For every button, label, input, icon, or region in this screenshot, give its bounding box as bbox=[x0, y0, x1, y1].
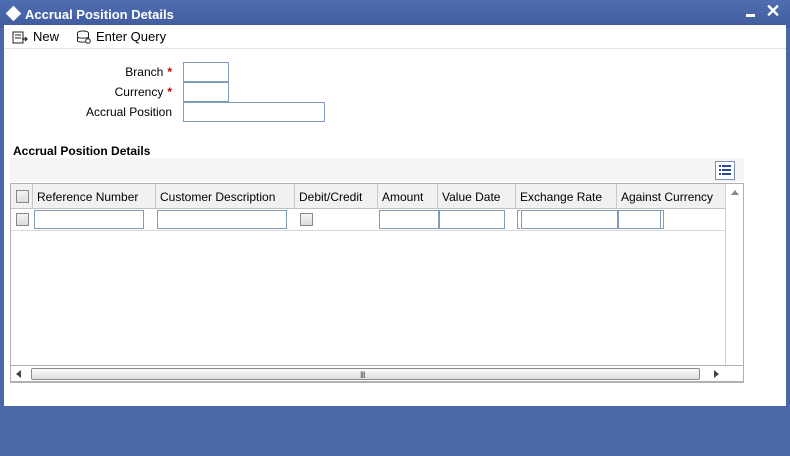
currency-label: Currency bbox=[114, 85, 164, 99]
branch-label: Branch bbox=[125, 65, 164, 79]
new-button[interactable]: New bbox=[12, 29, 62, 47]
vertical-scrollbar[interactable] bbox=[725, 184, 743, 382]
accrual-position-window: Accrual Position Details ✕ New Enter Que… bbox=[0, 0, 790, 456]
column-exchange-rate[interactable]: Exchange Rate bbox=[516, 184, 617, 209]
against-currency-input[interactable] bbox=[618, 210, 661, 229]
window-title: Accrual Position Details bbox=[25, 7, 174, 22]
select-all-checkbox[interactable] bbox=[16, 190, 29, 203]
branch-label-row: Branch * bbox=[12, 65, 172, 79]
exchange-rate-input[interactable] bbox=[521, 210, 618, 229]
scroll-left-arrow-icon[interactable] bbox=[16, 370, 21, 378]
accrual-position-label: Accrual Position bbox=[85, 105, 172, 119]
currency-required-marker: * bbox=[167, 85, 172, 99]
header-select-cell bbox=[11, 184, 33, 209]
enter-query-label: Enter Query bbox=[96, 29, 167, 44]
column-against-currency[interactable]: Against Currency bbox=[617, 184, 725, 209]
grid-settings-button[interactable] bbox=[715, 161, 735, 180]
footer-bar bbox=[0, 406, 790, 456]
scroll-right-arrow-icon[interactable] bbox=[714, 370, 719, 378]
minimize-button[interactable] bbox=[744, 6, 758, 20]
enter-query-button[interactable]: Enter Query bbox=[76, 29, 166, 47]
scroll-thumb[interactable]: III bbox=[31, 368, 700, 380]
debit-credit-checkbox[interactable] bbox=[300, 213, 313, 226]
table-row bbox=[11, 209, 725, 231]
grid-toolbar bbox=[10, 158, 744, 182]
value-date-input[interactable] bbox=[439, 210, 505, 229]
customer-description-input[interactable] bbox=[157, 210, 287, 229]
column-debit-credit[interactable]: Debit/Credit bbox=[295, 184, 378, 209]
title-bar: Accrual Position Details ✕ bbox=[0, 0, 790, 28]
horizontal-scrollbar[interactable]: III bbox=[10, 365, 744, 382]
column-customer-description[interactable]: Customer Description bbox=[156, 184, 295, 209]
branch-required-marker: * bbox=[167, 65, 172, 79]
column-reference-number[interactable]: Reference Number bbox=[33, 184, 156, 209]
toolbar: New Enter Query bbox=[4, 25, 786, 49]
new-label: New bbox=[33, 29, 60, 44]
branch-input[interactable] bbox=[183, 62, 229, 82]
list-view-icon bbox=[719, 165, 731, 175]
grid-header: Reference Number Customer Description De… bbox=[11, 184, 725, 209]
reference-number-input[interactable] bbox=[34, 210, 144, 229]
accrual-position-input[interactable] bbox=[183, 102, 325, 122]
value-date-picker-edge bbox=[517, 210, 520, 229]
amount-input[interactable] bbox=[379, 210, 439, 229]
section-title: Accrual Position Details bbox=[13, 144, 151, 158]
row-select-checkbox[interactable] bbox=[16, 213, 29, 226]
app-diamond-icon bbox=[5, 5, 22, 22]
against-currency-edge bbox=[661, 210, 664, 229]
scroll-up-arrow-icon[interactable] bbox=[731, 190, 739, 195]
accrual-position-label-row: Accrual Position bbox=[12, 105, 172, 119]
content-panel: New Enter Query Branch * Currency * Accrua… bbox=[4, 25, 786, 406]
new-record-icon bbox=[12, 31, 28, 44]
column-value-date[interactable]: Value Date bbox=[438, 184, 516, 209]
database-query-icon bbox=[77, 30, 91, 44]
scroll-grip: III bbox=[360, 370, 365, 380]
currency-input[interactable] bbox=[183, 82, 229, 102]
close-button[interactable]: ✕ bbox=[764, 2, 782, 20]
currency-label-row: Currency * bbox=[12, 85, 172, 99]
column-amount[interactable]: Amount bbox=[378, 184, 438, 209]
data-grid: Reference Number Customer Description De… bbox=[10, 183, 744, 383]
